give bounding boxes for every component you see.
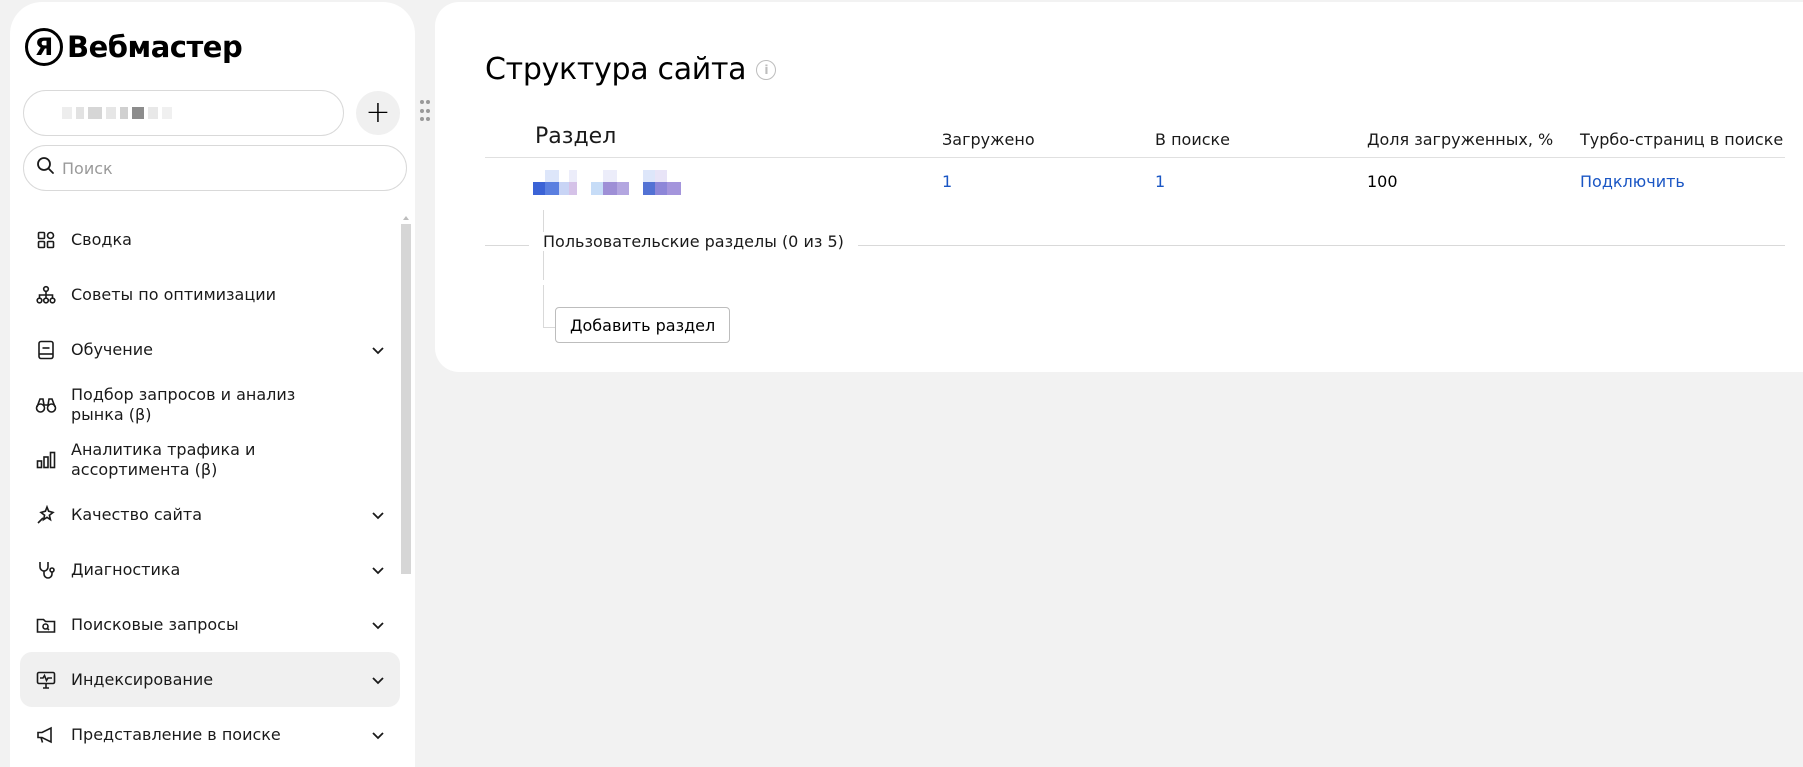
- sidebar-item-label: Поисковые запросы: [71, 614, 239, 634]
- search-icon: [36, 156, 56, 180]
- table-header: Раздел Загружено В поиске Доля загруженн…: [485, 122, 1785, 158]
- monitor-pulse-icon: [35, 669, 57, 691]
- connect-turbo-link[interactable]: Подключить: [1580, 172, 1685, 191]
- sidebar-item-label: Советы по оптимизации: [71, 284, 277, 304]
- sidebar-item-label: Обучение: [71, 339, 153, 359]
- search-input[interactable]: [62, 158, 382, 178]
- table-row[interactable]: 1 1 100 Подключить: [485, 158, 1785, 208]
- column-header-in-search: В поиске: [1155, 130, 1231, 149]
- sidebar-item-label: Аналитика трафика и ассортимента (β): [71, 439, 256, 479]
- sidebar-item-query-selection[interactable]: Подбор запросов и анализ рынка (β): [20, 377, 400, 432]
- sidebar-item-summary[interactable]: Сводка: [20, 212, 400, 267]
- dashboard-grid-icon: [35, 229, 57, 251]
- book-icon: [35, 339, 57, 361]
- main-card: Структура сайта i Раздел Загружено В пои…: [435, 2, 1803, 372]
- loaded-count-link[interactable]: 1: [942, 172, 952, 191]
- column-header-loaded-share: Доля загруженных, %: [1367, 130, 1554, 149]
- sparkle-icon: [35, 504, 57, 526]
- sidebar-item-traffic-analytics[interactable]: Аналитика трафика и ассортимента (β): [20, 432, 400, 487]
- sidebar-item-label: Индексирование: [71, 669, 214, 689]
- sidebar-item-site-quality[interactable]: Качество сайта: [20, 487, 400, 542]
- sidebar-item-label: Диагностика: [71, 559, 181, 579]
- chevron-down-icon: [370, 562, 386, 578]
- megaphone-icon: [35, 724, 57, 746]
- chevron-down-icon: [370, 727, 386, 743]
- drag-handle-icon[interactable]: [420, 100, 430, 124]
- user-sections-label: Пользовательские разделы (0 из 5): [529, 232, 858, 251]
- sidebar-item-optimization-tips[interactable]: Советы по оптимизации: [20, 267, 400, 322]
- page-title: Структура сайта i: [485, 52, 777, 87]
- sidebar-item-label: Качество сайта: [71, 504, 203, 524]
- binoculars-icon: [35, 394, 57, 416]
- logo[interactable]: Я Вебмастер: [25, 28, 243, 66]
- tree-connector: [543, 285, 544, 328]
- section-name-redacted: [533, 170, 681, 195]
- sidebar-item-diagnostics[interactable]: Диагностика: [20, 542, 400, 597]
- hierarchy-icon: [35, 284, 57, 306]
- search-folder-icon: [35, 614, 57, 636]
- column-header-section: Раздел: [535, 124, 617, 149]
- sidebar-item-label: Сводка: [71, 229, 132, 249]
- yandex-logo-icon: Я: [25, 28, 63, 66]
- column-header-loaded: Загружено: [942, 130, 1035, 149]
- add-section-button[interactable]: Добавить раздел: [555, 307, 731, 343]
- site-structure-table: Раздел Загружено В поиске Доля загруженн…: [485, 122, 1785, 208]
- stethoscope-icon: [35, 559, 57, 581]
- search-field[interactable]: [23, 145, 407, 191]
- chevron-down-icon: [370, 672, 386, 688]
- sidebar-item-search-queries[interactable]: Поисковые запросы: [20, 597, 400, 652]
- sidebar-nav: Сводка Советы по оптимизации Обучение По…: [20, 212, 400, 762]
- sidebar-item-label: Подбор запросов и анализ рынка (β): [71, 384, 296, 424]
- in-search-count-link[interactable]: 1: [1155, 172, 1165, 191]
- add-site-button[interactable]: +: [356, 91, 400, 135]
- app-title: Вебмастер: [67, 30, 243, 64]
- site-selector[interactable]: [23, 90, 344, 136]
- sidebar-item-indexing[interactable]: Индексирование: [20, 652, 400, 707]
- info-icon[interactable]: i: [756, 59, 777, 80]
- tree-connector: [543, 327, 555, 328]
- sidebar-scrollbar[interactable]: [401, 224, 411, 574]
- page-title-text: Структура сайта: [485, 52, 747, 87]
- sidebar-item-learning[interactable]: Обучение: [20, 322, 400, 377]
- chevron-down-icon: [370, 617, 386, 633]
- site-name-redacted: [62, 107, 176, 119]
- bar-chart-icon: [35, 449, 57, 471]
- chevron-down-icon: [370, 342, 386, 358]
- chevron-down-icon: [370, 507, 386, 523]
- sidebar: Я Вебмастер + Сводка: [10, 2, 430, 767]
- scroll-up-arrow-icon[interactable]: [403, 216, 409, 220]
- sidebar-item-search-appearance[interactable]: Представление в поиске: [20, 707, 400, 762]
- column-header-turbo-pages: Турбо-страниц в поиске: [1580, 130, 1784, 149]
- sidebar-item-label: Представление в поиске: [71, 724, 281, 744]
- loaded-share-value: 100: [1367, 172, 1398, 191]
